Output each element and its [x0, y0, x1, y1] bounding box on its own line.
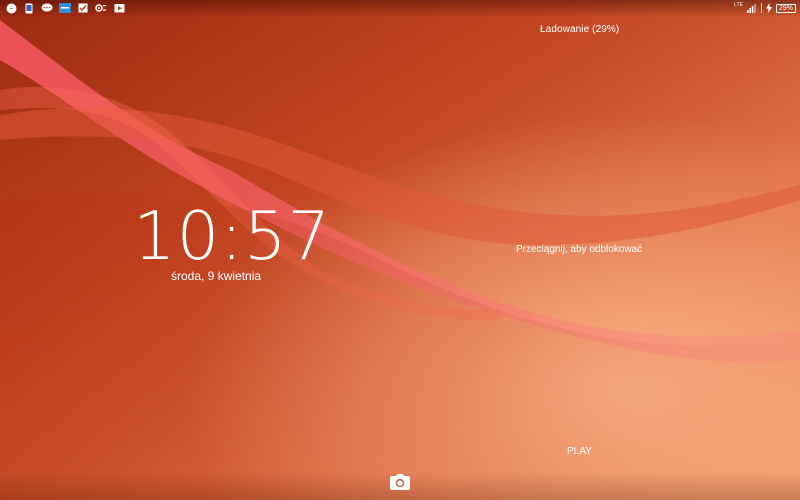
charging-bolt-icon	[766, 3, 773, 14]
charging-status: Ładowanie (29%)	[540, 24, 620, 35]
video-icon[interactable]	[113, 3, 125, 14]
sms-icon[interactable]	[23, 3, 35, 14]
messenger-icon[interactable]	[5, 3, 17, 14]
checkbox-icon[interactable]	[77, 3, 89, 14]
divider-icon	[761, 3, 763, 14]
status-bar: LTE 29%	[0, 0, 800, 16]
system-status: LTE 29%	[734, 2, 796, 14]
music-play-label[interactable]: PLAY	[567, 446, 592, 457]
signal-icon	[746, 3, 758, 14]
unlock-hint[interactable]: Przeciągnij, aby odblokować	[516, 244, 642, 255]
lockscreen-date: środa, 9 kwietnia	[171, 269, 262, 283]
wallpaper	[0, 0, 800, 500]
settings-icon[interactable]	[95, 3, 107, 14]
app-icon[interactable]	[59, 3, 71, 14]
network-type-label: LTE	[734, 1, 743, 8]
camera-icon	[390, 473, 410, 495]
camera-shortcut-button[interactable]	[388, 473, 412, 495]
lockscreen-clock: 10:57	[133, 197, 332, 275]
chat-icon[interactable]	[41, 3, 53, 14]
battery-percentage: 29%	[775, 3, 796, 13]
notification-icons	[5, 2, 125, 14]
